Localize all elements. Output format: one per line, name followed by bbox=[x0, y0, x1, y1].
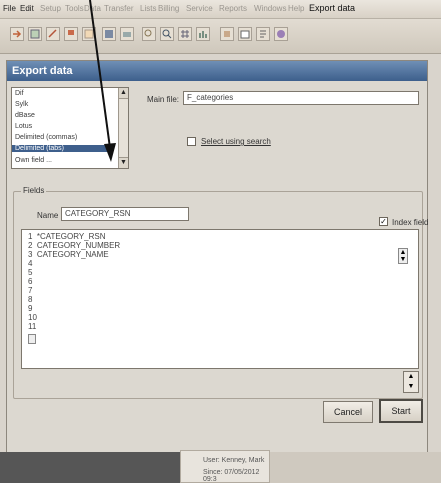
format-list-scrollbar[interactable]: ▲ ▼ bbox=[118, 88, 128, 168]
format-item-dif[interactable]: Dif bbox=[15, 90, 24, 97]
format-item-own-field[interactable]: Own field ... bbox=[15, 157, 52, 164]
cancel-button[interactable]: Cancel bbox=[323, 401, 373, 423]
notes-tool-icon[interactable] bbox=[256, 27, 270, 41]
field-line[interactable]: 3 CATEGORY_NAME bbox=[28, 250, 109, 259]
table-tool-icon[interactable] bbox=[82, 27, 96, 41]
export-data-window: Export data Dif Sylk dBase Lotus Delimit… bbox=[6, 60, 428, 454]
menu-billing[interactable]: Billing bbox=[158, 4, 179, 13]
format-item-delimited-tabs[interactable]: Delimited (tabs) bbox=[12, 145, 113, 152]
fields-bottom-scroll-icon[interactable]: ▲ ▼ bbox=[403, 371, 419, 393]
status-user: User: Kenney, Mark bbox=[203, 457, 265, 464]
line-scroll-left-icon[interactable] bbox=[28, 334, 36, 344]
fields-list[interactable]: 1 *CATEGORY_RSN 2 CATEGORY_NUMBER 3 CATE… bbox=[21, 229, 419, 369]
right-panel bbox=[270, 452, 441, 483]
window-titlebar: Export data bbox=[7, 61, 427, 81]
document-tool-icon[interactable] bbox=[28, 27, 42, 41]
export-tool-icon[interactable] bbox=[10, 27, 24, 41]
arrow-tool-icon[interactable] bbox=[46, 27, 60, 41]
menu-transfer[interactable]: Transfer bbox=[104, 4, 134, 13]
toolbar bbox=[0, 19, 441, 54]
field-line[interactable]: 6 bbox=[28, 277, 32, 286]
start-button[interactable]: Start bbox=[379, 399, 423, 423]
field-line[interactable]: 2 CATEGORY_NUMBER bbox=[28, 241, 120, 250]
menu-data[interactable]: Data bbox=[84, 4, 101, 13]
menu-setup[interactable]: Setup bbox=[40, 4, 61, 13]
menu-help[interactable]: Help bbox=[288, 4, 304, 13]
menu-export-data[interactable]: Export data bbox=[309, 3, 355, 13]
key-tool-icon[interactable] bbox=[142, 27, 156, 41]
menu-edit[interactable]: Edit bbox=[20, 4, 34, 13]
status-since: Since: 07/05/2012 09:3 bbox=[203, 469, 260, 483]
status-panel: User: Kenney, Mark Since: 07/05/2012 09:… bbox=[180, 450, 270, 483]
menu-reports[interactable]: Reports bbox=[219, 4, 247, 13]
help-tool-icon[interactable] bbox=[274, 27, 288, 41]
field-line[interactable]: 1 *CATEGORY_RSN bbox=[28, 232, 106, 241]
select-using-search-checkbox[interactable] bbox=[187, 137, 196, 146]
phone-tool-icon[interactable] bbox=[220, 27, 234, 41]
field-line[interactable]: 4 bbox=[28, 259, 32, 268]
field-line[interactable]: 10 bbox=[28, 313, 37, 322]
format-item-delimited-commas[interactable]: Delimited (commas) bbox=[15, 134, 77, 141]
format-listbox[interactable]: Dif Sylk dBase Lotus Delimited (commas) … bbox=[11, 87, 129, 169]
chart-tool-icon[interactable] bbox=[196, 27, 210, 41]
field-line[interactable]: 5 bbox=[28, 268, 32, 277]
scroll-down-icon[interactable]: ▼ bbox=[119, 157, 128, 168]
menu-bar: File Edit Setup Tools Data Transfer List… bbox=[0, 0, 441, 19]
main-file-label: Main file: bbox=[147, 95, 180, 104]
desktop-area bbox=[0, 452, 180, 483]
field-line[interactable]: 9 bbox=[28, 304, 32, 313]
format-item-dbase[interactable]: dBase bbox=[15, 112, 35, 119]
field-line[interactable]: 8 bbox=[28, 295, 32, 304]
window-title: Export data bbox=[12, 65, 73, 77]
format-item-lotus[interactable]: Lotus bbox=[15, 123, 32, 130]
menu-tools[interactable]: Tools bbox=[65, 4, 84, 13]
fields-scroll-icon[interactable]: ▲ ▼ bbox=[398, 248, 408, 264]
print-tool-icon[interactable] bbox=[120, 27, 134, 41]
save-tool-icon[interactable] bbox=[102, 27, 116, 41]
grid-tool-icon[interactable] bbox=[178, 27, 192, 41]
name-label: Name bbox=[37, 211, 59, 220]
main-file-field[interactable]: F_categories bbox=[183, 91, 419, 105]
search-tool-icon[interactable] bbox=[160, 27, 174, 41]
menu-windows[interactable]: Windows bbox=[254, 4, 286, 13]
field-line[interactable]: 7 bbox=[28, 286, 32, 295]
menu-service[interactable]: Service bbox=[186, 4, 213, 13]
index-field-label: Index field bbox=[392, 218, 429, 227]
flag-tool-icon[interactable] bbox=[64, 27, 78, 41]
index-field-checkbox[interactable]: ✓ bbox=[379, 217, 388, 226]
menu-lists[interactable]: Lists bbox=[140, 4, 156, 13]
calendar-tool-icon[interactable] bbox=[238, 27, 252, 41]
field-line[interactable]: 11 bbox=[28, 322, 36, 331]
menu-file[interactable]: File bbox=[3, 4, 16, 13]
fields-group-label: Fields bbox=[21, 186, 47, 195]
scroll-up-icon[interactable]: ▲ bbox=[119, 88, 128, 99]
format-item-sylk[interactable]: Sylk bbox=[15, 101, 28, 108]
select-using-search-label: Select using search bbox=[201, 137, 271, 146]
name-field[interactable]: CATEGORY_RSN bbox=[61, 207, 189, 221]
